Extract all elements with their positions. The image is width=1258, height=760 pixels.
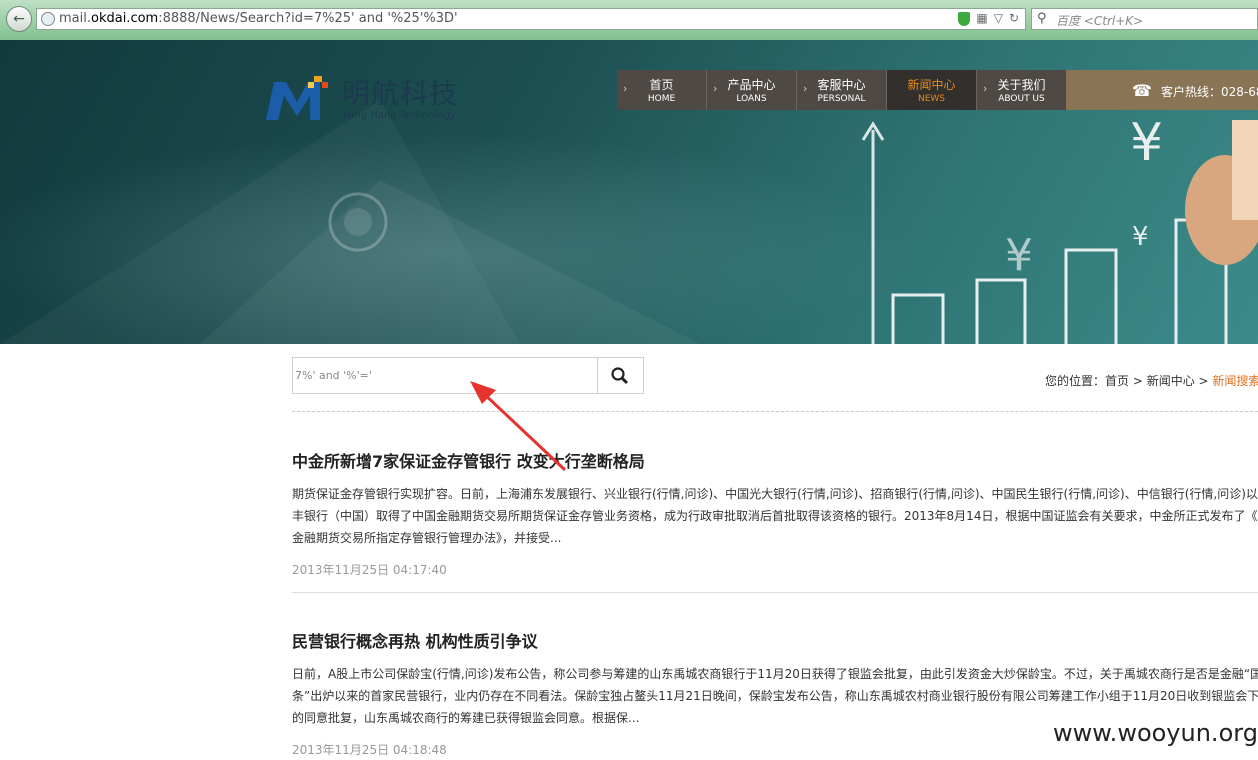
search-icon <box>611 367 629 385</box>
search-icon: ⚲ <box>1037 11 1047 26</box>
nav-label-en: LOANS <box>736 94 767 104</box>
dropdown-icon[interactable]: ▽ <box>994 11 1003 26</box>
divider <box>292 411 1258 412</box>
refresh-icon[interactable]: ↻ <box>1009 11 1019 26</box>
security-shield-icon[interactable] <box>958 12 971 26</box>
nav-item-news[interactable]: 新闻中心 NEWS <box>887 70 977 110</box>
news-search-form <box>292 357 644 394</box>
chevron-right-icon: › <box>713 82 718 95</box>
header-banner: ¥ ¥ ¥ 明航科技 Ming Hang Technology › 首页 HOM… <box>0 40 1258 344</box>
browser-search-box[interactable]: ⚲ 百度 <Ctrl+K> <box>1031 8 1258 30</box>
logo-name-cn: 明航科技 <box>342 77 459 110</box>
article-title[interactable]: 中金所新增7家保证金存管银行 改变大行垄断格局 <box>292 448 645 472</box>
article-date: 2013年11月25日 04:18:48 <box>292 743 447 757</box>
nav-item-home[interactable]: › 首页 HOME <box>617 70 707 110</box>
logo-mark-icon <box>266 76 328 120</box>
breadcrumb-current: 新闻搜索 <box>1212 374 1258 388</box>
chevron-right-icon: › <box>803 82 808 95</box>
breadcrumb-separator: > <box>1129 374 1147 388</box>
summary-line: 期货保证金存管银行实现扩容。日前，上海浦东发展银行、兴业银行(行情,问诊)、中国… <box>292 487 1258 501</box>
article-date: 2013年11月25日 04:17:40 <box>292 563 447 577</box>
nav-item-loans[interactable]: › 产品中心 LOANS <box>707 70 797 110</box>
nav-label-cn: 首页 <box>649 78 674 92</box>
article-title[interactable]: 民营银行概念再热 机构性质引争议 <box>292 628 538 652</box>
news-search-button[interactable] <box>597 358 643 393</box>
chevron-right-icon: › <box>983 82 988 95</box>
svg-text:¥: ¥ <box>1130 113 1163 173</box>
address-bar[interactable]: mail.okdai.com:8888/News/Search?id=7%25'… <box>36 8 1026 30</box>
nav-item-about[interactable]: › 关于我们 ABOUT US <box>977 70 1067 110</box>
article-summary: 期货保证金存管银行实现扩容。日前，上海浦东发展银行、兴业银行(行情,问诊)、中国… <box>292 483 1258 549</box>
svg-text:¥: ¥ <box>1132 222 1149 252</box>
news-search-input[interactable] <box>293 358 597 393</box>
hotline-text: 客户热线：028-68 <box>1161 85 1258 99</box>
back-arrow-icon[interactable]: ← <box>6 6 32 32</box>
breadcrumb-home[interactable]: 首页 <box>1105 374 1129 388</box>
chevron-right-icon: › <box>623 82 628 95</box>
main-nav: › 首页 HOME › 产品中心 LOANS › 客服中心 PERSONAL 新… <box>617 70 1067 110</box>
summary-line: 日前，A股上市公司保龄宝(行情,问诊)发布公告，称公司参与筹建的山东禹城农商银行… <box>292 667 1258 681</box>
breadcrumb: 您的位置：首页 > 新闻中心 > 新闻搜索 <box>1045 372 1258 389</box>
nav-label-en: HOME <box>647 94 676 104</box>
nav-label-en: ABOUT US <box>998 94 1045 104</box>
breadcrumb-separator: > <box>1194 374 1213 388</box>
phone-icon: ☎ <box>1132 81 1152 100</box>
hotline-bar: ☎ 客户热线：028-68 <box>1066 70 1258 110</box>
url-text: mail.okdai.com:8888/News/Search?id=7%25'… <box>59 11 458 26</box>
summary-line: 丰银行（中国）取得了中国金融期货交易所期货保证金存管业务资格，成为行政审批取消后… <box>292 509 1258 523</box>
qrcode-icon[interactable]: ▦ <box>976 11 987 26</box>
browser-search-placeholder: 百度 <Ctrl+K> <box>1056 14 1144 28</box>
nav-label-cn: 关于我们 <box>997 78 1046 92</box>
nav-label-en: NEWS <box>917 94 946 104</box>
nav-label-cn: 客服中心 <box>817 78 866 92</box>
nav-item-personal[interactable]: › 客服中心 PERSONAL <box>797 70 887 110</box>
summary-line: 条”出炉以来的首家民营银行，业内仍存在不同看法。保龄宝独占鳌头11月21日晚间，… <box>292 689 1258 703</box>
browser-toolbar: ← mail.okdai.com:8888/News/Search?id=7%2… <box>0 0 1258 40</box>
globe-icon <box>41 12 55 26</box>
nav-label-cn: 产品中心 <box>727 78 776 92</box>
nav-label-cn: 新闻中心 <box>907 78 956 92</box>
breadcrumb-prefix: 您的位置： <box>1045 374 1106 388</box>
svg-text:¥: ¥ <box>1005 230 1033 281</box>
watermark: www.wooyun.org <box>1046 716 1258 760</box>
article-separator <box>292 592 1258 593</box>
summary-line: 金融期货交易所指定存管银行管理办法》，并接受... <box>292 531 562 545</box>
nav-label-en: PERSONAL <box>817 94 866 104</box>
logo-name-en: Ming Hang Technology <box>343 110 456 121</box>
breadcrumb-news[interactable]: 新闻中心 <box>1147 374 1195 388</box>
